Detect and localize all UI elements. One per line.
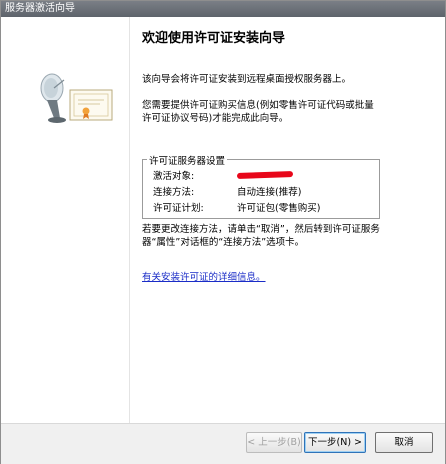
wizard-content: 欢迎使用许可证安装向导 该向导会将许可证安装到远程桌面授权服务器上。 您需要提供… [130, 17, 444, 423]
activation-target-label: 激活对象: [153, 171, 195, 182]
button-bar: < 上一步(B) 下一步(N) > 取消 [1, 423, 445, 464]
intro-text: 该向导会将许可证安装到远程桌面授权服务器上。 [142, 74, 352, 85]
back-button[interactable]: < 上一步(B) [246, 432, 302, 453]
wizard-side-panel [1, 17, 130, 423]
next-button[interactable]: 下一步(N) > [304, 432, 366, 453]
connection-method-value: 自动连接(推荐) [237, 187, 302, 198]
license-server-illustration-icon [40, 73, 113, 123]
page-title: 欢迎使用许可证安装向导 [142, 31, 286, 46]
connection-method-label: 连接方法: [153, 187, 195, 198]
license-program-label: 许可证计划: [153, 203, 204, 214]
info-text: 您需要提供许可证购买信息(例如零售许可证代码或批量许可证协议号码)才能完成此向导… [142, 100, 374, 124]
change-method-note: 若要更改连接方法，请单击“取消”，然后转到许可证服务器“属性”对话框的“连接方法… [142, 224, 380, 248]
title-bar: 服务器激活向导 [1, 1, 445, 17]
license-program-value: 许可证包(零售购买) [237, 203, 321, 214]
cancel-button[interactable]: 取消 [375, 432, 433, 453]
license-server-settings-group: 许可证服务器设置 激活对象: 连接方法: 自动连接(推荐) 许可证计划: 许可证… [142, 153, 380, 219]
redacted-server-name [236, 171, 294, 179]
wizard-window: 服务器激活向导 欢迎使用许可证安装向导 该向导会将许可证安装到远程桌面授权服务器… [0, 0, 446, 464]
window-title: 服务器激活向导 [5, 3, 75, 14]
more-info-link[interactable]: 有关安装许可证的详细信息。 [142, 269, 266, 283]
settings-legend: 许可证服务器设置 [147, 153, 228, 167]
